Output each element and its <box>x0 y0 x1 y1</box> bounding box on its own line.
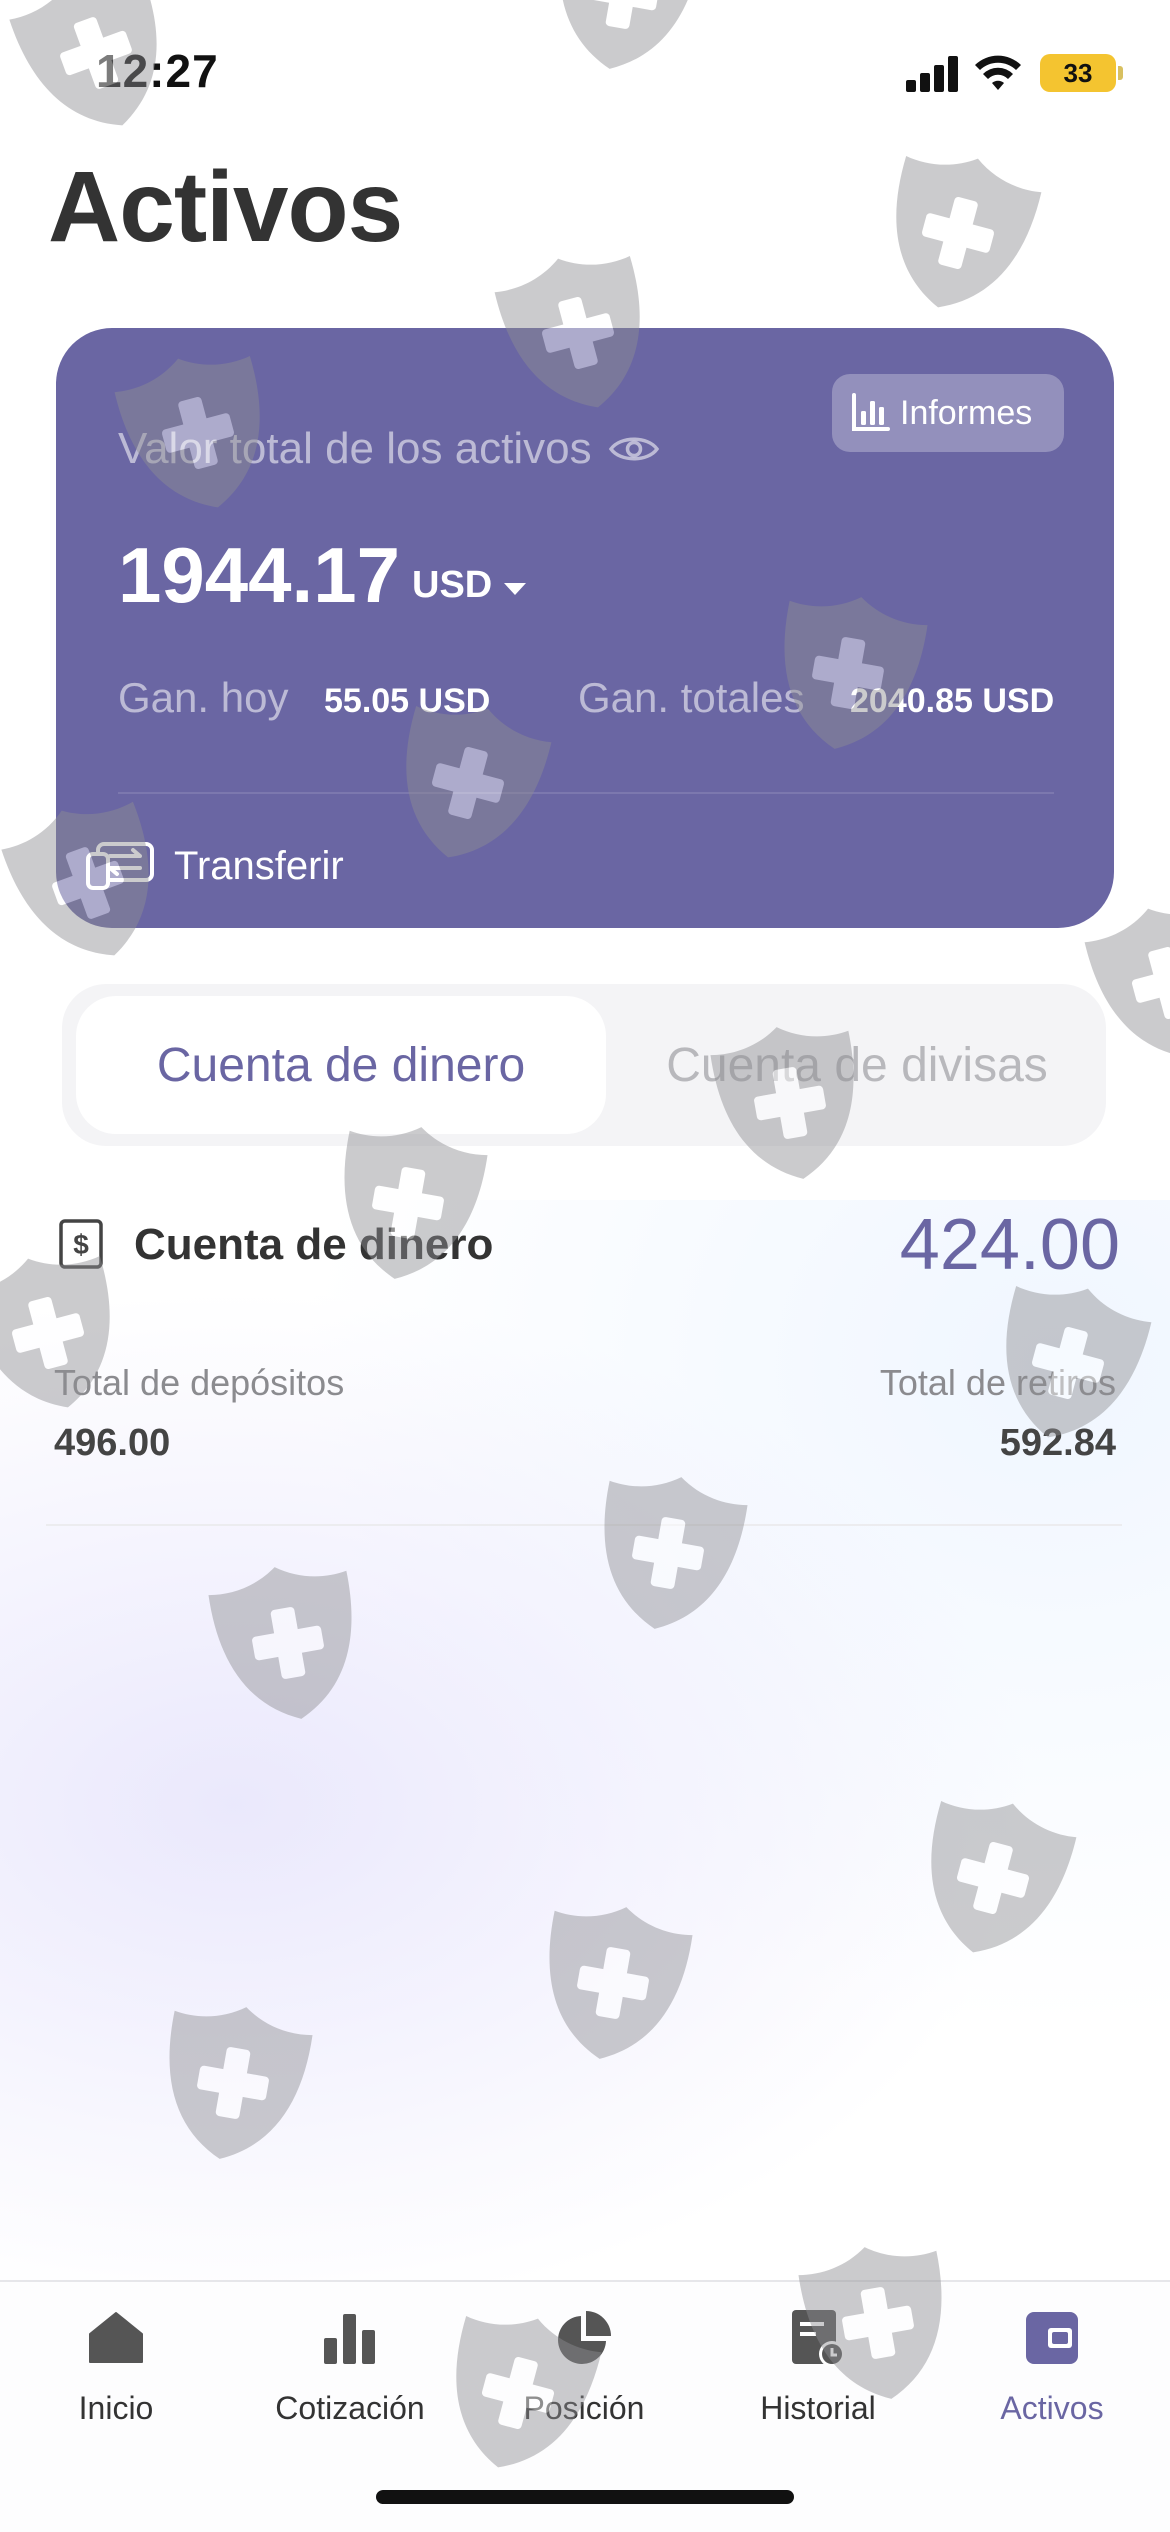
deposits-label: Total de depósitos <box>54 1362 345 1403</box>
card-divider <box>118 792 1054 794</box>
account-tabs: Cuenta de dinero Cuenta de divisas <box>62 984 1106 1146</box>
bar-chart-icon <box>324 2314 375 2364</box>
withdrawals-label: Total de retiros <box>879 1362 1116 1403</box>
currency-label: USD <box>412 564 493 606</box>
status-bar: 12:27 33 <box>0 0 1170 150</box>
home-indicator <box>376 2490 794 2504</box>
transfer-button[interactable]: Transferir <box>86 828 344 904</box>
deposits-value: 496.00 <box>54 1422 171 1464</box>
svg-text:$: $ <box>73 1229 89 1260</box>
total-assets-value: 1944.17 <box>118 531 400 619</box>
home-icon <box>89 2312 143 2363</box>
nav-item-posicion[interactable]: Posición <box>474 2308 694 2458</box>
nav-label-historial: Historial <box>760 2390 876 2426</box>
account-balance: 424.00 <box>899 1205 1120 1285</box>
tab-money-account[interactable]: Cuenta de dinero <box>76 996 606 1134</box>
bar-chart-icon <box>852 393 890 431</box>
nav-item-inicio[interactable]: Inicio <box>6 2308 226 2458</box>
eye-icon[interactable] <box>608 432 660 466</box>
money-account-section: $ Cuenta de dinero 424.00 Total de depós… <box>0 1190 1170 1530</box>
account-divider <box>46 1524 1122 1526</box>
battery-tip <box>1118 66 1123 80</box>
wallet-icon <box>1026 2312 1078 2364</box>
transfer-label: Transferir <box>174 843 344 888</box>
transfer-icon <box>86 842 154 890</box>
page-title: Activos <box>48 151 403 263</box>
today-gain-value: 55.05 USD <box>324 682 491 720</box>
total-assets-label-text: Valor total de los activos <box>118 424 592 473</box>
nav-label-posicion: Posición <box>523 2390 645 2426</box>
shield-watermark-icon <box>896 155 1042 308</box>
signal-icon <box>906 56 958 92</box>
nav-item-historial[interactable]: Historial <box>708 2308 928 2458</box>
asset-summary-card: Informes Valor total de los activos 1944… <box>56 328 1114 928</box>
withdrawals-value: 592.84 <box>999 1422 1116 1464</box>
total-assets-label: Valor total de los activos <box>118 424 660 474</box>
nav-label-inicio: Inicio <box>78 2390 154 2426</box>
reports-label: Informes <box>900 393 1033 432</box>
account-title: Cuenta de dinero <box>134 1220 494 1269</box>
currency-selector[interactable]: USD <box>412 564 527 607</box>
nav-label-cotizacion: Cotización <box>275 2390 425 2426</box>
tab-currency-account[interactable]: Cuenta de divisas <box>622 996 1092 1134</box>
battery-icon: 33 <box>1040 54 1116 92</box>
history-icon <box>792 2310 845 2367</box>
nav-item-cotizacion[interactable]: Cotización <box>240 2308 460 2458</box>
today-gain-label: Gan. hoy <box>118 674 289 721</box>
caret-down-icon <box>504 582 527 595</box>
total-gain-label: Gan. totales <box>578 674 805 721</box>
nav-item-activos[interactable]: Activos <box>942 2308 1162 2458</box>
status-time: 12:27 <box>96 45 219 97</box>
reports-button[interactable]: Informes <box>832 374 1064 452</box>
total-gain-value: 2040.85 USD <box>850 682 1055 720</box>
wifi-icon <box>975 55 1021 90</box>
nav-label-activos: Activos <box>1000 2390 1104 2426</box>
pie-chart-icon <box>558 2311 611 2364</box>
dollar-document-icon: $ <box>59 1219 103 1269</box>
